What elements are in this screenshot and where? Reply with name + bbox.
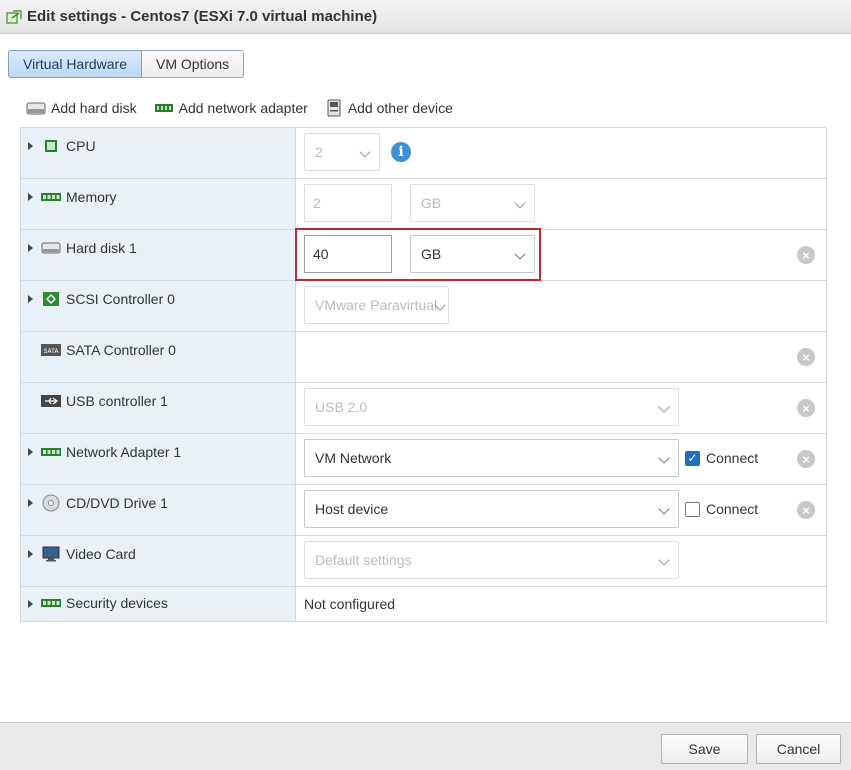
hard-disk-icon xyxy=(41,240,61,256)
cancel-button[interactable]: Cancel xyxy=(756,734,841,764)
info-icon[interactable]: i xyxy=(391,142,411,162)
hardware-row-cpu: CPU 2 i xyxy=(21,128,826,179)
scsi-controller-icon xyxy=(41,291,61,307)
add-other-device-button[interactable]: Add other device xyxy=(325,99,453,117)
network-adapter-label: Network Adapter 1 xyxy=(66,444,182,460)
hardware-row-video: Video Card Default settings xyxy=(21,536,826,587)
hardware-row-network: Network Adapter 1 VM Network ✓ Connect × xyxy=(21,434,826,485)
network-adapter-icon xyxy=(154,104,173,112)
video-card-label: Video Card xyxy=(66,546,136,562)
network-connect-checkbox[interactable]: ✓ Connect xyxy=(685,450,758,466)
security-devices-label: Security devices xyxy=(66,595,168,611)
hardware-row-cddvd: CD/DVD Drive 1 Host device Connect × xyxy=(21,485,826,536)
network-adapter-icon xyxy=(41,444,61,460)
dialog-footer: Save Cancel xyxy=(0,722,851,770)
chevron-down-icon xyxy=(658,401,670,413)
expand-network-caret[interactable] xyxy=(28,448,33,456)
add-network-adapter-button[interactable]: Add network adapter xyxy=(154,100,308,116)
add-other-device-label: Add other device xyxy=(347,100,453,116)
other-device-icon xyxy=(327,99,341,117)
chevron-down-icon xyxy=(658,452,670,464)
usb-type-select[interactable]: USB 2.0 xyxy=(304,388,679,426)
hardware-row-memory: Memory 2 GB xyxy=(21,179,826,230)
chevron-down-icon xyxy=(658,554,670,566)
sata-controller-icon: SATA xyxy=(41,342,61,358)
hard-disk-icon xyxy=(26,102,46,115)
sata-controller-label: SATA Controller 0 xyxy=(66,342,176,358)
remove-sata-controller-icon[interactable]: × xyxy=(797,348,815,366)
scsi-controller-label: SCSI Controller 0 xyxy=(66,291,175,307)
memory-size-input[interactable]: 2 xyxy=(304,184,392,222)
expand-memory-caret[interactable] xyxy=(28,193,33,201)
usb-controller-label: USB controller 1 xyxy=(66,393,168,409)
hardware-table: CPU 2 i Memory 2 GB Hard disk 1 40 GB × … xyxy=(20,127,827,622)
expand-hard-disk-caret[interactable] xyxy=(28,244,33,252)
cd-dvd-select[interactable]: Host device xyxy=(304,490,679,528)
security-devices-value: Not configured xyxy=(304,596,396,612)
checkmark-icon: ✓ xyxy=(685,450,700,466)
expand-video-caret[interactable] xyxy=(28,550,33,558)
chevron-down-icon xyxy=(658,503,670,515)
save-button[interactable]: Save xyxy=(661,734,748,764)
hardware-row-security: Security devices Not configured xyxy=(21,587,826,621)
memory-unit-select[interactable]: GB xyxy=(410,184,535,222)
chevron-down-icon xyxy=(359,146,371,158)
title-bar: Edit settings - Centos7 (ESXi 7.0 virtua… xyxy=(0,0,851,34)
expand-security-caret[interactable] xyxy=(28,600,33,608)
security-device-icon xyxy=(41,595,61,611)
usb-icon xyxy=(41,393,61,409)
expand-cddvd-caret[interactable] xyxy=(28,499,33,507)
cd-dvd-icon xyxy=(41,494,61,512)
window-title: Edit settings - Centos7 (ESXi 7.0 virtua… xyxy=(27,8,378,25)
expand-cpu-caret[interactable] xyxy=(28,142,33,150)
memory-icon xyxy=(41,189,61,205)
tab-bar: Virtual Hardware VM Options xyxy=(8,50,245,78)
cpu-label: CPU xyxy=(66,138,96,154)
edit-vm-icon xyxy=(6,9,22,24)
chevron-down-icon xyxy=(514,197,526,209)
add-hard-disk-button[interactable]: Add hard disk xyxy=(26,100,137,116)
remove-network-adapter-icon[interactable]: × xyxy=(797,450,815,468)
cpu-icon xyxy=(41,138,61,154)
cd-dvd-connect-checkbox[interactable]: Connect xyxy=(685,501,758,517)
hard-disk-label: Hard disk 1 xyxy=(66,240,137,256)
cpu-count-select[interactable]: 2 xyxy=(304,133,380,171)
svg-text:SATA: SATA xyxy=(44,348,60,355)
scsi-type-select[interactable]: VMware Paravirtual xyxy=(304,286,449,324)
tab-virtual-hardware[interactable]: Virtual Hardware xyxy=(8,50,143,78)
remove-cd-dvd-icon[interactable]: × xyxy=(797,501,815,519)
cd-dvd-label: CD/DVD Drive 1 xyxy=(66,495,168,511)
memory-label: Memory xyxy=(66,189,117,205)
monitor-icon xyxy=(41,546,61,562)
add-network-adapter-label: Add network adapter xyxy=(178,100,308,116)
add-hard-disk-label: Add hard disk xyxy=(51,100,137,116)
add-device-toolbar: Add hard disk Add network adapter Add ot… xyxy=(26,98,470,118)
hard-disk-highlight-box xyxy=(295,228,541,281)
remove-usb-controller-icon[interactable]: × xyxy=(797,399,815,417)
hardware-row-usb: USB controller 1 USB 2.0 × xyxy=(21,383,826,434)
hardware-row-scsi: SCSI Controller 0 VMware Paravirtual xyxy=(21,281,826,332)
network-select[interactable]: VM Network xyxy=(304,439,679,477)
expand-scsi-caret[interactable] xyxy=(28,295,33,303)
video-settings-select[interactable]: Default settings xyxy=(304,541,679,579)
remove-hard-disk-icon[interactable]: × xyxy=(797,246,815,264)
hardware-row-sata: SATA SATA Controller 0 × xyxy=(21,332,826,383)
tab-vm-options[interactable]: VM Options xyxy=(142,50,245,78)
